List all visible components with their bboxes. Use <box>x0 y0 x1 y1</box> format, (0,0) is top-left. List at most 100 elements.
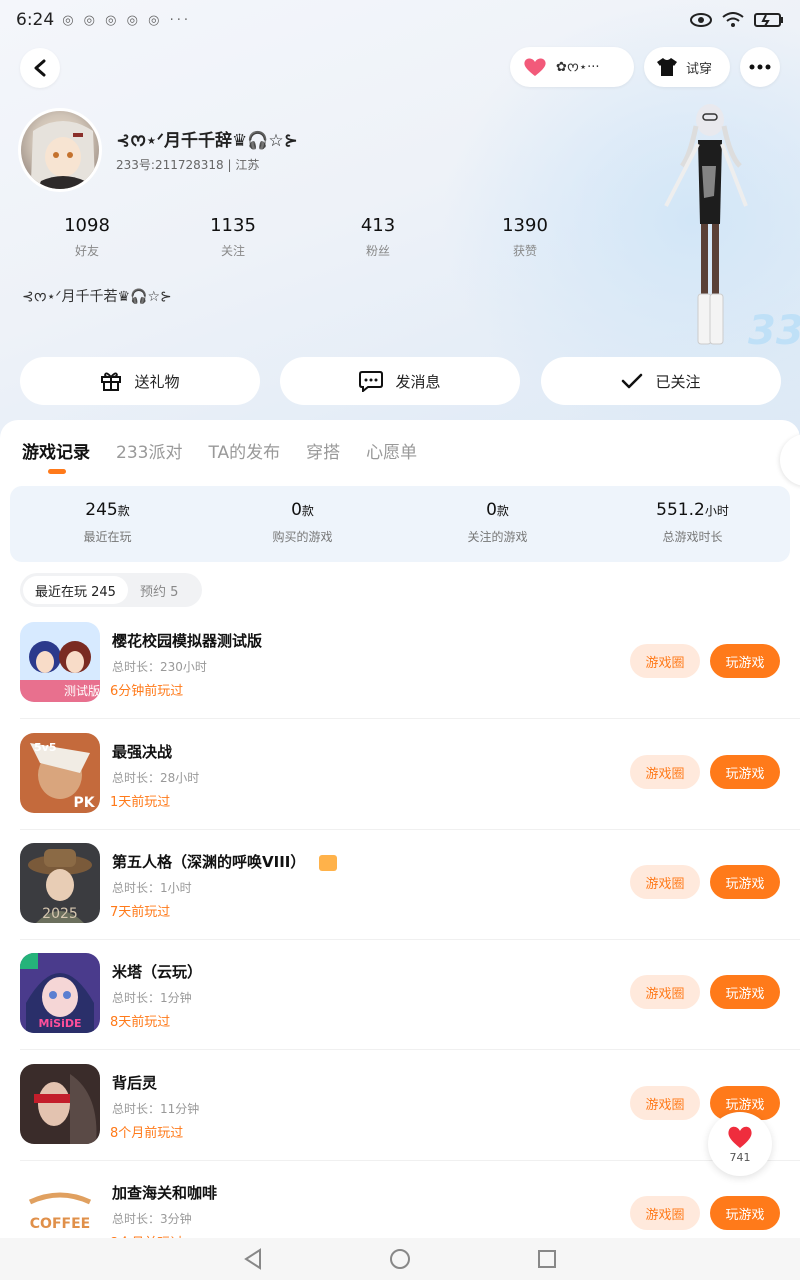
avatar-3d-figure[interactable] <box>660 96 760 356</box>
tab-outfits[interactable]: 穿搭 <box>306 438 340 463</box>
summary-label: 最近在玩 <box>83 530 132 544</box>
game-name: 背后灵 <box>112 1074 158 1092</box>
game-last-played: 8天前玩过 <box>110 1015 171 1030</box>
stat-fans[interactable]: 413 粉丝 <box>328 215 428 259</box>
checkmark-icon <box>622 373 643 389</box>
segment-reserved[interactable]: 预约 5 <box>128 581 190 600</box>
stat-value: 1390 <box>502 215 548 236</box>
stat-following[interactable]: 1135 关注 <box>183 215 283 259</box>
tshirt-icon <box>657 58 677 76</box>
summary-followed-games[interactable]: 0款 关注的游戏 <box>400 486 595 562</box>
nav-recents-icon[interactable] <box>537 1249 557 1269</box>
like-count: 741 <box>729 1150 751 1164</box>
user-id-location: 233号:211728318 | 江苏 <box>116 158 260 172</box>
summary-value: 245 <box>85 500 118 520</box>
stat-value: 413 <box>360 215 396 236</box>
game-duration: 总时长：11分钟 <box>112 1102 200 1116</box>
game-icon: MiSiDE <box>20 953 100 1033</box>
game-row[interactable]: 测试版 樱花校园模拟器测试版 总时长：230小时 6分钟前玩过 游戏圈 玩游戏 <box>0 622 800 732</box>
stat-label: 获赞 <box>512 244 537 258</box>
guest-pill-text: ✿ᰔ⋆··· <box>556 60 600 75</box>
tab-posts[interactable]: TA的发布 <box>208 438 280 463</box>
content-sheet: 游戏记录 233派对 TA的发布 穿搭 心愿单 245款 最近在玩 0款 购买的… <box>0 420 800 1254</box>
gift-icon <box>101 372 122 391</box>
tab-233-party[interactable]: 233派对 <box>116 438 182 463</box>
level-badge-decoration: 33 <box>748 308 800 354</box>
game-circle-button[interactable]: 游戏圈 <box>630 1196 700 1230</box>
tab-game-records[interactable]: 游戏记录 <box>22 438 90 463</box>
summary-value: 551.2 <box>656 500 705 520</box>
heart-icon <box>524 58 546 76</box>
game-icon: 5v5 PK <box>20 733 100 813</box>
game-last-played: 1天前玩过 <box>110 795 171 810</box>
svg-text:5v5: 5v5 <box>34 741 56 754</box>
followed-button[interactable]: 已关注 <box>541 357 781 405</box>
play-game-button[interactable]: 玩游戏 <box>710 865 780 899</box>
bio-text: ⊰ᰔ⋆ᐟ月千千若♛🎧☆⊱ <box>22 289 172 305</box>
stat-likes[interactable]: 1390 获赞 <box>475 215 575 259</box>
status-time: 6:24 <box>16 10 55 30</box>
game-row[interactable]: 2025 第五人格（深渊的呼唤VIII） 总时长：1小时 7天前玩过 游戏圈 玩… <box>0 843 800 953</box>
send-gift-button[interactable]: 送礼物 <box>20 357 260 405</box>
heart-icon <box>728 1126 752 1148</box>
summary-purchased[interactable]: 0款 购买的游戏 <box>205 486 400 562</box>
game-name: 第五人格（深渊的呼唤VIII） <box>112 851 337 872</box>
segment-recent[interactable]: 最近在玩 245 <box>23 576 128 604</box>
game-circle-button[interactable]: 游戏圈 <box>630 865 700 899</box>
summary-unit: 小时 <box>704 504 729 518</box>
more-dots-icon <box>749 64 771 70</box>
game-duration: 总时长：1分钟 <box>112 991 192 1005</box>
game-duration: 总时长：230小时 <box>112 660 207 674</box>
notification-icons: ◎ ◎ ◎ ◎ ◎ ··· <box>62 12 191 28</box>
stat-friends[interactable]: 1098 好友 <box>37 215 137 259</box>
try-on-button[interactable]: 试穿 <box>644 47 730 87</box>
stat-label: 好友 <box>74 244 99 258</box>
play-game-button[interactable]: 玩游戏 <box>710 975 780 1009</box>
floating-like-button[interactable]: 741 <box>708 1112 772 1176</box>
guest-visit-pill[interactable]: ✿ᰔ⋆··· <box>510 47 634 87</box>
nav-home-icon[interactable] <box>389 1248 411 1270</box>
game-circle-button[interactable]: 游戏圈 <box>630 975 700 1009</box>
game-duration: 总时长：3分钟 <box>112 1212 192 1226</box>
game-name: 樱花校园模拟器测试版 <box>112 632 263 650</box>
battery-icon <box>754 13 783 27</box>
send-message-button[interactable]: 发消息 <box>280 357 520 405</box>
tab-wishlist[interactable]: 心愿单 <box>366 438 417 463</box>
game-row[interactable]: 5v5 PK 最强决战 总时长：28小时 1天前玩过 游戏圈 玩游戏 <box>0 733 800 843</box>
tab-indicator <box>48 469 66 474</box>
play-game-button[interactable]: 玩游戏 <box>710 644 780 678</box>
avatar[interactable] <box>18 108 102 192</box>
nav-back-icon[interactable] <box>243 1248 263 1270</box>
game-row[interactable]: MiSiDE 米塔（云玩） 总时长：1分钟 8天前玩过 游戏圈 玩游戏 <box>0 953 800 1063</box>
nickname: ⊰ᰔ⋆ᐟ月千千辞♛🎧☆⊱ <box>116 131 298 151</box>
game-name: 米塔（云玩） <box>112 963 203 981</box>
record-segment-control: 最近在玩 245 预约 5 <box>20 573 202 607</box>
game-circle-button[interactable]: 游戏圈 <box>630 1086 700 1120</box>
game-row[interactable]: 背后灵 总时长：11分钟 8个月前玩过 游戏圈 玩游戏 <box>0 1064 800 1174</box>
game-summary-card: 245款 最近在玩 0款 购买的游戏 0款 关注的游戏 551.2小时 总游戏时… <box>10 486 790 562</box>
system-nav-bar <box>0 1238 800 1280</box>
try-on-label: 试穿 <box>686 61 713 77</box>
summary-label: 关注的游戏 <box>467 530 528 544</box>
status-bar: 6:24 ◎ ◎ ◎ ◎ ◎ ··· <box>0 0 800 40</box>
game-circle-button[interactable]: 游戏圈 <box>630 644 700 678</box>
chevron-left-icon <box>34 59 46 77</box>
summary-value: 0 <box>486 500 497 520</box>
game-name: 加查海关和咖啡 <box>112 1184 218 1202</box>
followed-label: 已关注 <box>655 372 701 391</box>
side-float-tab[interactable] <box>780 434 800 486</box>
game-duration: 总时长：28小时 <box>112 771 200 785</box>
game-last-played: 6分钟前玩过 <box>110 684 184 699</box>
svg-text:PK: PK <box>73 795 95 811</box>
wifi-icon <box>722 12 744 27</box>
game-circle-button[interactable]: 游戏圈 <box>630 755 700 789</box>
back-button[interactable] <box>20 48 60 88</box>
game-duration: 总时长：1小时 <box>112 881 192 895</box>
summary-recent[interactable]: 245款 最近在玩 <box>10 486 205 562</box>
play-game-button[interactable]: 玩游戏 <box>710 755 780 789</box>
play-game-button[interactable]: 玩游戏 <box>710 1196 780 1230</box>
more-button[interactable] <box>740 47 780 87</box>
gift-badge-icon[interactable] <box>318 854 337 871</box>
chat-bubble-icon <box>359 371 384 392</box>
game-name: 最强决战 <box>112 743 173 761</box>
